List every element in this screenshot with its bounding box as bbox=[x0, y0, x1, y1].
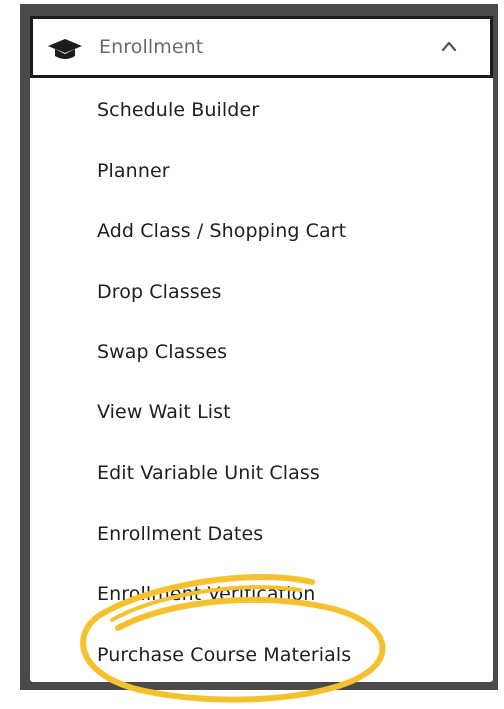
enrollment-menu: Enrollment Schedule Builder Planner Add … bbox=[30, 16, 493, 682]
menu-item-planner[interactable]: Planner bbox=[97, 153, 170, 189]
graduation-cap-icon bbox=[48, 39, 82, 59]
enrollment-menu-header[interactable]: Enrollment bbox=[30, 16, 493, 78]
menu-item-enrollment-verification[interactable]: Enrollment Verification bbox=[97, 576, 315, 612]
menu-item-edit-variable-unit-class[interactable]: Edit Variable Unit Class bbox=[97, 455, 320, 491]
menu-item-enrollment-dates[interactable]: Enrollment Dates bbox=[97, 516, 263, 552]
menu-item-schedule-builder[interactable]: Schedule Builder bbox=[97, 92, 259, 128]
menu-item-swap-classes[interactable]: Swap Classes bbox=[97, 334, 227, 370]
enrollment-menu-title: Enrollment bbox=[99, 36, 204, 58]
menu-item-drop-classes[interactable]: Drop Classes bbox=[97, 274, 222, 310]
menu-item-view-wait-list[interactable]: View Wait List bbox=[97, 394, 231, 430]
menu-item-purchase-course-materials[interactable]: Purchase Course Materials bbox=[97, 637, 351, 673]
chevron-up-icon[interactable] bbox=[440, 39, 458, 53]
menu-item-add-class-shopping-cart[interactable]: Add Class / Shopping Cart bbox=[97, 213, 346, 249]
